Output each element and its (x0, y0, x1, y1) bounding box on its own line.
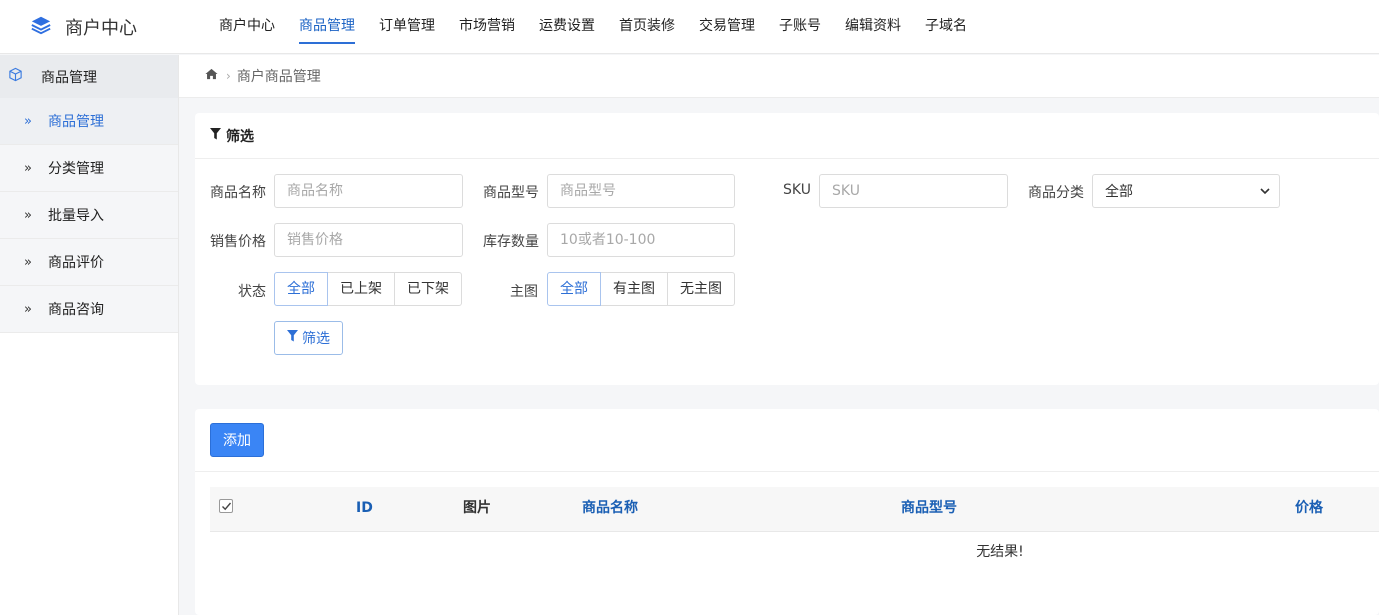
sale-price-label: 销售价格 (210, 234, 266, 250)
table-header: ID 图片 商品名称 商品型号 价格 (210, 487, 1379, 532)
sidebar-item-batch-import[interactable]: » 批量导入 (0, 192, 178, 239)
nav-product-management[interactable]: 商品管理 (299, 0, 355, 54)
nav-merchant-center[interactable]: 商户中心 (219, 0, 275, 54)
sidebar-item-product-management[interactable]: » 商品管理 (0, 98, 178, 145)
checkmark-icon (222, 502, 232, 511)
main-image-option-no-image[interactable]: 无主图 (667, 272, 735, 306)
status-option-all[interactable]: 全部 (274, 272, 328, 306)
nav-marketing[interactable]: 市场营销 (459, 0, 515, 54)
main-image-option-has-image[interactable]: 有主图 (600, 272, 668, 306)
main-image-toggle-group: 全部 有主图 无主图 (547, 272, 735, 306)
sidebar-item-label: 分类管理 (48, 161, 104, 177)
nav-sub-accounts[interactable]: 子账号 (779, 0, 821, 54)
status-option-listed[interactable]: 已上架 (327, 272, 395, 306)
main-image-option-all[interactable]: 全部 (547, 272, 601, 306)
column-header-id[interactable]: ID (356, 487, 373, 532)
top-bar: 商户中心 商户中心 商品管理 订单管理 市场营销 运费设置 首页装修 交易管理 … (0, 0, 1379, 54)
nav-shipping-settings[interactable]: 运费设置 (539, 0, 595, 54)
sidebar-section-header[interactable]: 商品管理 (0, 55, 178, 98)
product-list-panel: 添加 ID 图片 商品名称 商品型号 价格 无结果! (195, 409, 1379, 615)
main-nav: 商户中心 商品管理 订单管理 市场营销 运费设置 首页装修 交易管理 子账号 编… (219, 0, 991, 54)
select-all-checkbox[interactable] (219, 499, 233, 513)
status-toggle-group: 全部 已上架 已下架 (274, 272, 462, 306)
sku-input[interactable] (819, 174, 1008, 208)
breadcrumb: › 商户商品管理 (179, 55, 1379, 98)
product-model-input[interactable] (547, 174, 735, 208)
status-option-delisted[interactable]: 已下架 (394, 272, 462, 306)
sale-price-input[interactable] (274, 223, 463, 257)
product-name-label: 商品名称 (210, 185, 266, 201)
sidebar-item-label: 商品评价 (48, 255, 104, 271)
nav-transaction-management[interactable]: 交易管理 (699, 0, 755, 54)
column-header-image: 图片 (463, 500, 491, 516)
sidebar: 商品管理 » 商品管理 » 分类管理 » 批量导入 » 商品评价 » 商品咨询 (0, 55, 179, 615)
double-chevron-right-icon: » (24, 301, 32, 317)
column-header-product-model[interactable]: 商品型号 (901, 487, 957, 532)
status-label: 状态 (238, 284, 266, 300)
breadcrumb-current: 商户商品管理 (236, 69, 321, 85)
logo[interactable]: 商户中心 (30, 14, 137, 40)
add-product-button[interactable]: 添加 (210, 423, 264, 457)
empty-result-text: 无结果! (976, 544, 1024, 560)
nav-edit-profile[interactable]: 编辑资料 (845, 0, 901, 54)
double-chevron-right-icon: » (24, 113, 32, 129)
sidebar-item-category-management[interactable]: » 分类管理 (0, 145, 178, 192)
product-model-label: 商品型号 (483, 185, 539, 201)
list-toolbar: 添加 (195, 409, 1379, 472)
column-header-product-name[interactable]: 商品名称 (582, 487, 638, 532)
main-image-label: 主图 (510, 284, 538, 300)
layers-icon (30, 14, 52, 40)
product-name-input[interactable] (274, 174, 463, 208)
table-empty-row: 无结果! (210, 532, 1379, 570)
cube-icon (8, 67, 23, 86)
nav-subdomain[interactable]: 子域名 (925, 0, 967, 54)
product-category-select[interactable]: 全部 (1092, 174, 1280, 208)
filter-icon (210, 127, 226, 144)
nav-order-management[interactable]: 订单管理 (379, 0, 435, 54)
sidebar-item-label: 商品管理 (48, 114, 104, 130)
sku-label: SKU (783, 182, 811, 198)
sidebar-item-label: 批量导入 (48, 208, 104, 224)
double-chevron-right-icon: » (24, 254, 32, 270)
filter-icon (287, 330, 302, 346)
home-icon[interactable] (205, 68, 218, 84)
sidebar-item-product-inquiries[interactable]: » 商品咨询 (0, 286, 178, 333)
sidebar-item-label: 商品咨询 (48, 302, 104, 318)
nav-homepage-decoration[interactable]: 首页装修 (619, 0, 675, 54)
chevron-down-icon (1259, 185, 1271, 197)
filter-title-text: 筛选 (226, 128, 254, 145)
double-chevron-right-icon: » (24, 160, 32, 176)
stock-quantity-input[interactable] (547, 223, 735, 257)
filter-panel-title: 筛选 (195, 113, 1379, 159)
filter-submit-button[interactable]: 筛选 (274, 321, 343, 355)
breadcrumb-separator: › (226, 69, 231, 83)
filter-panel: 筛选 商品名称 商品型号 SKU 商品分类 全部 销售价格 库存数量 状态 全部… (195, 113, 1379, 385)
sidebar-section-title: 商品管理 (41, 69, 97, 86)
double-chevron-right-icon: » (24, 207, 32, 223)
column-header-price[interactable]: 价格 (1295, 487, 1323, 532)
product-category-label: 商品分类 (1028, 185, 1084, 201)
product-table: ID 图片 商品名称 商品型号 价格 无结果! (210, 487, 1379, 570)
product-category-value: 全部 (1105, 184, 1133, 200)
filter-submit-label: 筛选 (302, 331, 330, 347)
stock-quantity-label: 库存数量 (483, 234, 539, 250)
app-title: 商户中心 (65, 18, 137, 39)
sidebar-item-product-reviews[interactable]: » 商品评价 (0, 239, 178, 286)
